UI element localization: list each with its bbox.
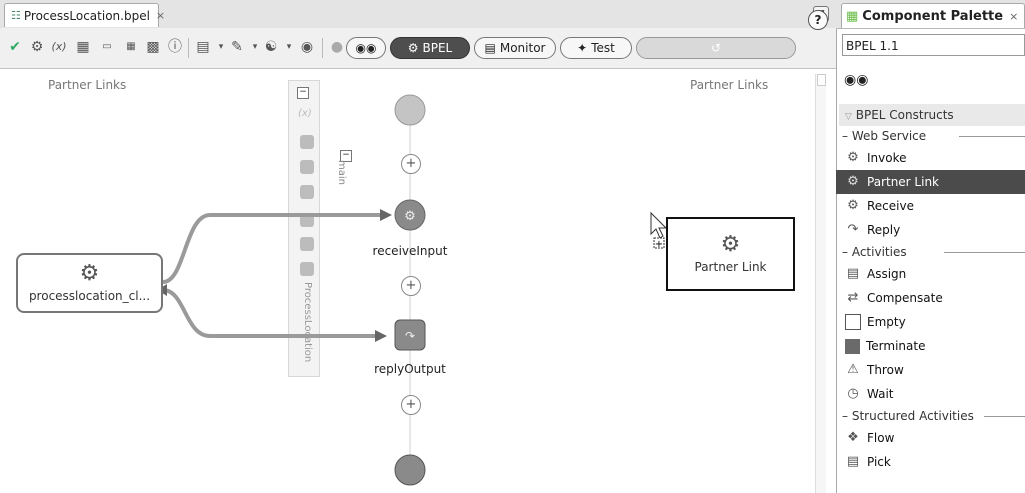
palette-library-select[interactable]: BPEL 1.1 [842,34,1025,56]
mouse-cursor-icon [650,211,668,239]
item-label: Throw [867,363,904,377]
partner-gear-icon: ⚙ [720,232,741,257]
item-label: Receive [867,199,914,213]
palette-icon: ▦ [846,8,859,24]
item-label: Wait [867,387,894,401]
item-label: Compensate [867,291,943,305]
receive-gear-icon: ⚙ [404,209,416,224]
pick-icon: ▤ [846,454,860,469]
group-label: Web Service [851,129,927,143]
assign-icon: ▤ [846,266,860,281]
item-label: Pick [867,455,891,469]
receive-wire [162,213,380,284]
reply-wire [162,288,380,338]
palette-title: Component Palette [862,8,1004,24]
flow-icon: ❖ [847,430,859,445]
reply-icon: ↷ [405,329,415,343]
start-node[interactable] [394,94,426,126]
item-label: Empty [867,315,906,329]
terminate-icon [845,338,860,354]
drag-plus-icon: + [655,239,663,250]
receive-wire-arrowhead [380,209,392,221]
item-label: Flow [867,431,895,445]
palette-section-bpel-constructs[interactable]: ▽ BPEL Constructs [839,104,1025,126]
palette-item-reply[interactable]: ↷ Reply [836,218,1025,242]
palette-item-invoke[interactable]: ⚙ Invoke [836,146,1025,170]
wait-icon: ◷ [847,386,859,401]
compensate-icon: ⇄ [847,290,859,305]
reply-icon: ↷ [847,222,859,237]
palette-item-flow[interactable]: ❖ Flow [836,426,1025,450]
palette-item-partner-link[interactable]: ⚙ Partner Link [836,170,1025,194]
palette-item-assign[interactable]: ▤ Assign [836,262,1025,286]
add-activity-icon[interactable]: + [401,276,421,296]
palette-item-compensate[interactable]: ⇄ Compensate [836,286,1025,310]
palette-item-pick[interactable]: ▤ Pick [836,450,1025,474]
receive-activity-label[interactable]: receiveInput [355,244,465,258]
group-label: Activities [851,245,907,259]
palette-tab[interactable]: ▦ Component Palette × [841,3,1025,28]
section-label: BPEL Constructs [855,108,954,122]
close-icon[interactable]: × [1009,10,1018,23]
item-label: Partner Link [867,175,939,189]
reply-wire-end-arrowhead [375,330,387,342]
new-partner-link[interactable]: ⚙ Partner Link [666,217,795,291]
add-activity-icon[interactable]: + [401,154,421,174]
throw-icon: ⚠ [847,362,859,377]
palette-item-empty[interactable]: Empty [836,310,1025,334]
palette-group-activities: – Activities [836,242,1025,262]
partner-link-name: processlocation_cl... [28,289,151,303]
receive-icon: ⚙ [847,198,859,213]
reply-activity-label[interactable]: replyOutput [355,362,465,376]
chevron-down-icon: ▽ [845,112,852,122]
palette-item-wait[interactable]: ◷ Wait [836,382,1025,406]
item-label: Terminate [866,339,926,353]
item-label: Reply [867,223,901,237]
palette-group-web-service: – Web Service [836,126,1025,146]
end-node[interactable] [394,454,426,486]
palette-item-terminate[interactable]: Terminate [836,334,1025,358]
partner-link-name: Partner Link [694,260,767,274]
partner-link-icon: ⚙ [847,174,859,189]
palette-item-throw[interactable]: ⚠ Throw [836,358,1025,382]
partner-gear-icon: ⚙ [79,261,100,286]
palette-list: ▽ BPEL Constructs – Web Service ⚙ Invoke … [836,104,1025,474]
add-activity-icon[interactable]: + [401,395,421,415]
palette-group-structured-activities: – Structured Activities [836,406,1025,426]
group-label: Structured Activities [851,409,974,423]
item-label: Invoke [867,151,907,165]
partner-link-processlocation-client[interactable]: ⚙ processlocation_cl... [16,253,163,313]
empty-icon [845,314,861,330]
palette-item-receive[interactable]: ⚙ Receive [836,194,1025,218]
invoke-icon: ⚙ [847,150,859,165]
binoculars-icon[interactable]: ◉◉ [844,72,868,88]
item-label: Assign [867,267,907,281]
